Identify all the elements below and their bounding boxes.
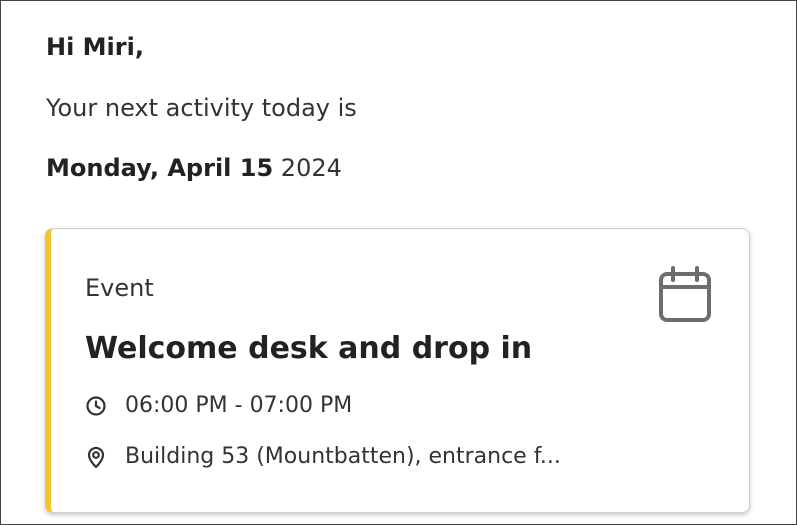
activity-time: 06:00 PM - 07:00 PM [125, 393, 353, 418]
activity-location: Building 53 (Mountbatten), entrance f... [125, 444, 561, 469]
location-pin-icon [87, 446, 105, 469]
activity-time-row: 06:00 PM - 07:00 PM [85, 390, 352, 422]
activity-title: Welcome desk and drop in [85, 331, 533, 366]
activity-screen: Hi Miri, Your next activity today is Mon… [0, 0, 797, 525]
greeting-text: Hi Miri, [46, 33, 144, 61]
activity-location-row: Building 53 (Mountbatten), entrance f... [85, 441, 561, 473]
activity-type: Event [85, 274, 154, 302]
activity-date: Monday, April 15 2024 [46, 151, 342, 185]
calendar-icon [659, 266, 711, 322]
clock-icon [86, 396, 106, 416]
intro-text: Your next activity today is [46, 94, 357, 122]
activity-date-year: 2024 [280, 154, 342, 182]
activity-card[interactable]: Event Welcome desk and drop in 06:00 PM … [45, 228, 750, 513]
activity-date-main: Monday, April 15 [46, 154, 274, 182]
